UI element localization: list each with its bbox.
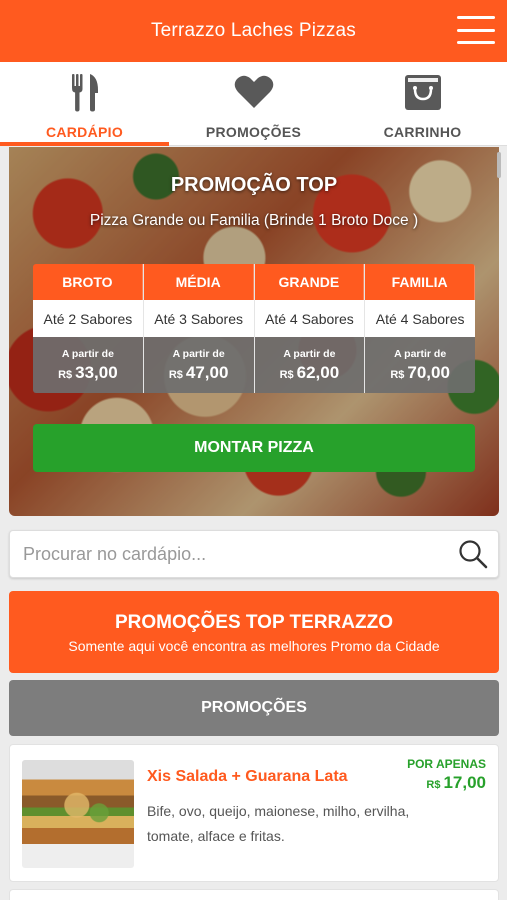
list-item[interactable]: Xis Salada + Guarana Lata Bife, ovo, que… (9, 744, 499, 882)
size-flavors: Até 2 Sabores (33, 300, 143, 337)
size-flavors: Até 3 Sabores (143, 300, 254, 337)
currency-label: R$ (58, 368, 73, 381)
size-flavors: Até 4 Sabores (254, 300, 365, 337)
menu-icon[interactable] (457, 14, 495, 46)
size-name: FAMILIA (365, 264, 475, 300)
size-flavors: Até 4 Sabores (365, 300, 475, 337)
size-price: A partir de R$ 62,00 (254, 337, 365, 393)
menu-search (9, 530, 499, 578)
size-option-grande[interactable]: GRANDE Até 4 Sabores A partir de R$ 62,00 (254, 264, 366, 393)
tab-promocoes[interactable]: PROMOÇÕES (169, 62, 338, 145)
currency-label: R$ (168, 368, 183, 381)
list-item[interactable] (9, 889, 499, 900)
tab-promocoes-label: PROMOÇÕES (205, 124, 302, 140)
heart-icon (234, 72, 274, 112)
size-table: BROTO Até 2 Sabores A partir de R$ 33,00 … (33, 264, 475, 393)
app-title: Terrazzo Laches Pizzas (150, 20, 357, 41)
item-name: Xis Salada + Guarana Lata (147, 768, 348, 785)
item-price: 17,00 (443, 773, 486, 792)
fork-knife-icon (70, 72, 100, 112)
promo-banner-title: PROMOÇÕES TOP TERRAZZO (115, 612, 393, 633)
size-name: BROTO (33, 264, 143, 300)
tab-cardapio-label: CARDÁPIO (45, 124, 124, 140)
search-icon[interactable] (448, 531, 498, 577)
tab-carrinho[interactable]: CARRINHO (338, 62, 507, 145)
price-from-label: A partir de (283, 347, 336, 360)
size-name: GRANDE (254, 264, 365, 300)
price-from-label: A partir de (172, 347, 225, 360)
size-price: A partir de R$ 33,00 (33, 337, 143, 393)
section-header[interactable]: PROMOÇÕES (9, 680, 499, 736)
promo-banner[interactable]: PROMOÇÕES TOP TERRAZZO Somente aqui você… (9, 591, 499, 673)
size-option-media[interactable]: MÉDIA Até 3 Sabores A partir de R$ 47,00 (143, 264, 255, 393)
shopping-bag-icon (404, 72, 442, 112)
price-value: 47,00 (185, 362, 229, 382)
size-price: A partir de R$ 47,00 (143, 337, 254, 393)
hero-subtitle: Pizza Grande ou Familia (Brinde 1 Broto … (89, 212, 419, 229)
promo-banner-subtitle: Somente aqui você encontra as melhores P… (68, 638, 440, 654)
price-badge-label: POR APENAS (407, 757, 486, 771)
tab-cardapio[interactable]: CARDÁPIO (0, 62, 169, 146)
size-option-familia[interactable]: FAMILIA Até 4 Sabores A partir de R$ 70,0… (365, 264, 475, 393)
item-image (22, 760, 134, 868)
scrollbar[interactable] (497, 152, 501, 178)
size-option-broto[interactable]: BROTO Até 2 Sabores A partir de R$ 33,00 (33, 264, 144, 393)
size-price: A partir de R$ 70,00 (365, 337, 475, 393)
price-value: 62,00 (296, 362, 340, 382)
app-header: Terrazzo Laches Pizzas (0, 0, 507, 62)
size-name: MÉDIA (143, 264, 254, 300)
item-description: Bife, ovo, queijo, maionese, milho, ervi… (147, 803, 410, 844)
build-pizza-button[interactable]: MONTAR PIZZA (33, 424, 475, 472)
currency-label: R$ (426, 779, 441, 791)
currency-label: R$ (279, 368, 294, 381)
price-from-label: A partir de (394, 347, 447, 360)
tab-bar: CARDÁPIO PROMOÇÕES CARRINHO (0, 62, 507, 146)
hero-title: PROMOÇÃO TOP (170, 174, 338, 196)
search-input[interactable] (10, 543, 448, 565)
currency-label: R$ (390, 368, 405, 381)
price-value: 33,00 (75, 362, 118, 382)
tab-carrinho-label: CARRINHO (383, 124, 462, 140)
price-from-label: A partir de (61, 347, 114, 360)
price-badge: POR APENAS R$ 17,00 (407, 757, 486, 793)
price-value: 70,00 (407, 362, 450, 382)
promo-hero: PROMOÇÃO TOP Pizza Grande ou Familia (Br… (9, 147, 499, 516)
